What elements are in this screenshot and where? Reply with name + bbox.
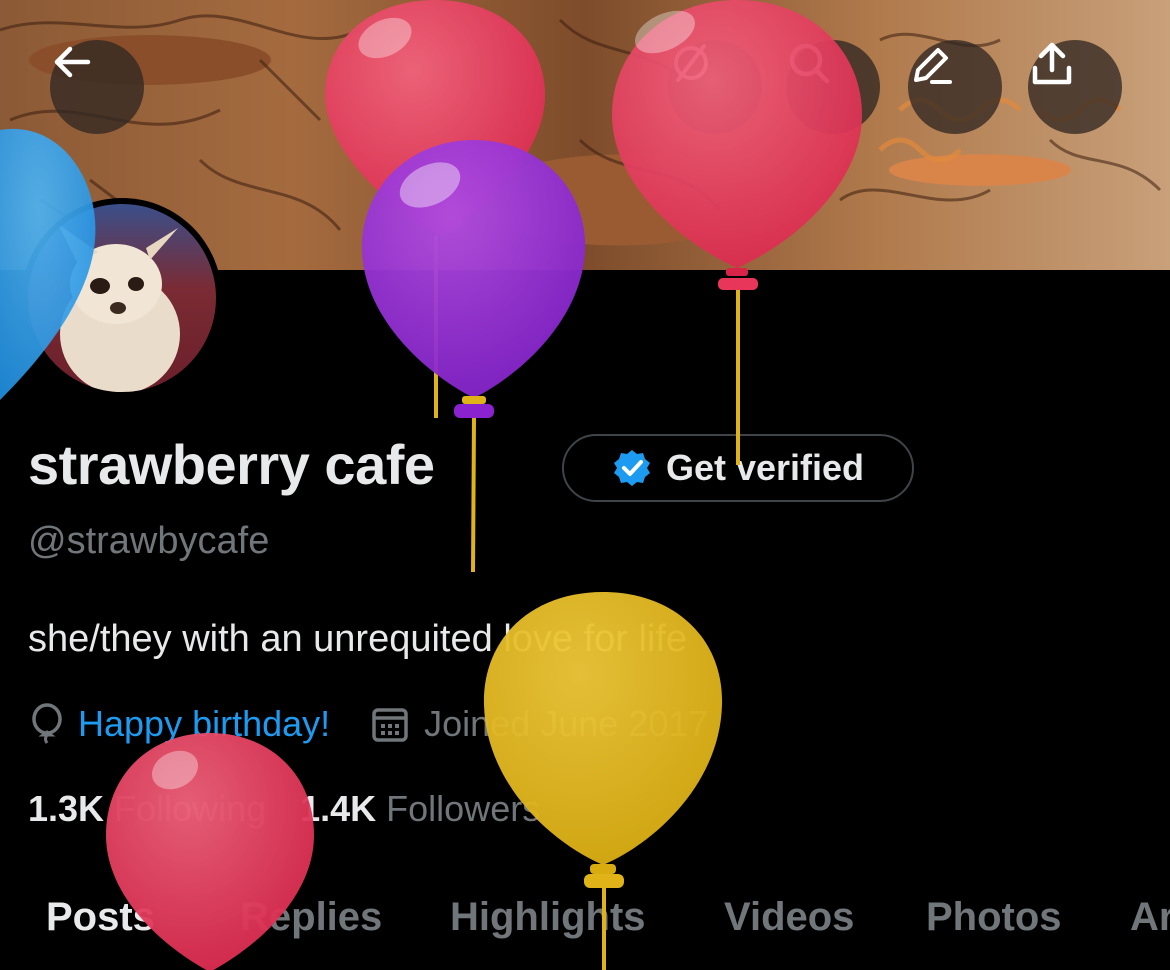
following-link[interactable]: 1.3K Following — [28, 788, 266, 830]
grok-button[interactable] — [668, 40, 762, 134]
tab-articles[interactable]: Ar — [1130, 895, 1170, 940]
balloon-icon — [32, 703, 62, 744]
grok-icon — [674, 44, 708, 82]
followers-link[interactable]: 1.4K Followers — [300, 788, 540, 830]
user-handle: @strawbycafe — [28, 520, 270, 562]
share-button[interactable] — [1028, 40, 1122, 134]
search-icon — [789, 43, 830, 84]
share-icon — [1032, 42, 1072, 85]
followers-label: Followers — [386, 788, 541, 829]
tab-photos[interactable]: Photos — [926, 895, 1062, 940]
tab-posts[interactable]: Posts — [46, 895, 155, 940]
arrow-left-icon — [54, 46, 91, 78]
profile-meta: Happy birthday! Joined June 2017 — [28, 700, 708, 748]
avatar[interactable] — [22, 198, 222, 398]
profile-bio: she/they with an unrequited love for lif… — [28, 618, 688, 660]
tab-replies[interactable]: Replies — [240, 895, 382, 940]
display-name: strawberry cafe — [28, 433, 435, 496]
tab-highlights[interactable]: Highlights — [450, 895, 646, 940]
following-label: Following — [114, 788, 267, 829]
birthday-link[interactable]: Happy birthday! — [78, 703, 330, 745]
back-button[interactable] — [50, 40, 144, 134]
verified-badge-icon — [613, 450, 650, 486]
tab-videos[interactable]: Videos — [724, 895, 854, 940]
get-verified-button[interactable]: Get verified — [562, 434, 914, 502]
get-verified-label: Get verified — [665, 447, 865, 488]
calendar-icon — [372, 708, 408, 742]
profile-tabs: Posts Replies Highlights Videos Photos A… — [0, 895, 1170, 951]
search-button[interactable] — [786, 40, 880, 134]
edit-icon — [914, 48, 952, 84]
followers-count: 1.4K — [300, 788, 377, 829]
avatar-image — [28, 204, 216, 392]
profile-page: strawberry cafe Get verified @strawbycaf… — [0, 0, 1170, 970]
edit-button[interactable] — [908, 40, 1002, 134]
joined-date: Joined June 2017 — [424, 703, 709, 744]
following-count: 1.3K — [28, 788, 105, 829]
follow-stats: 1.3K Following 1.4K Followers — [28, 786, 540, 832]
